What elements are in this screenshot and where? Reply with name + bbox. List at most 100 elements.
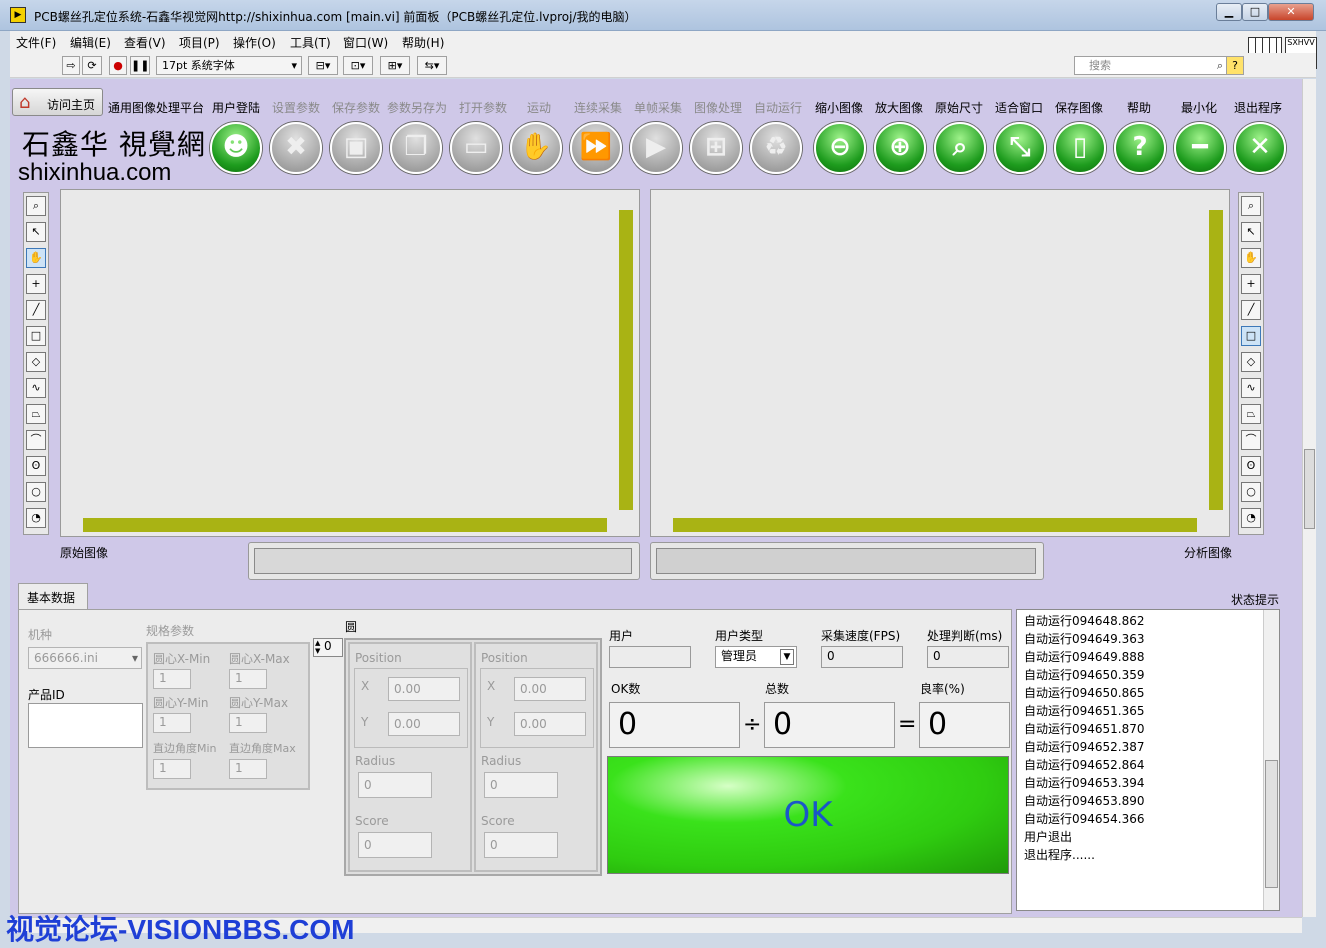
font-select[interactable]: 17pt 系统字体 ▾	[156, 56, 302, 75]
menu-operate[interactable]: 操作(O)	[233, 34, 276, 51]
window-vertical-scrollbar[interactable]	[1302, 79, 1316, 917]
menu-window[interactable]: 窗口(W)	[343, 34, 388, 51]
polyline-tool-icon[interactable]: ∿	[26, 378, 46, 398]
user-label: 用户	[609, 629, 634, 643]
save-image-button[interactable]: ▯	[1054, 122, 1106, 174]
original-size-button[interactable]: ⌕	[934, 122, 986, 174]
menu-project[interactable]: 项目(P)	[179, 34, 220, 51]
ok-count-field: 0	[609, 702, 740, 748]
image-process-button[interactable]: ⊞	[690, 122, 742, 174]
rectangle-tool-icon[interactable]: □	[26, 326, 46, 346]
label-image-process: 图像处理	[694, 101, 743, 115]
cx-max-input[interactable]: 1	[229, 669, 267, 689]
run-arrow-icon[interactable]: ⇨	[62, 56, 80, 75]
search-input[interactable]: 搜索 ⌕	[1074, 56, 1230, 75]
reorder-icon[interactable]: ⇆▾	[417, 56, 447, 75]
point-tool-icon[interactable]: +	[26, 274, 46, 294]
rotated-rect-tool-icon[interactable]: ◇	[1241, 352, 1261, 372]
tab-basic-data[interactable]: 基本数据	[18, 583, 88, 609]
polyline-tool-icon[interactable]: ∿	[1241, 378, 1261, 398]
menu-file[interactable]: 文件(F)	[16, 34, 56, 51]
vertical-scrollbar[interactable]	[619, 210, 633, 510]
distribute-icon[interactable]: ⊡▾	[343, 56, 373, 75]
rectangle-tool-icon[interactable]: □	[1241, 326, 1261, 346]
angle-min-label: 直边角度Min	[153, 742, 217, 755]
line-tool-icon[interactable]: ╱	[1241, 300, 1261, 320]
save-params-as-button[interactable]: ❐	[390, 122, 442, 174]
angle-min-input[interactable]: 1	[153, 759, 191, 779]
cx-min-input[interactable]: 1	[153, 669, 191, 689]
analysis-image-display[interactable]	[650, 189, 1230, 537]
line-tool-icon[interactable]: ╱	[26, 300, 46, 320]
motion-button[interactable]: ✋	[510, 122, 562, 174]
horizontal-scrollbar[interactable]	[83, 518, 607, 532]
set-params-button[interactable]: ✖	[270, 122, 322, 174]
save-params-button[interactable]: ▣	[330, 122, 382, 174]
score-label: Score	[481, 814, 515, 828]
rotated-rect-tool-icon[interactable]: ◇	[26, 352, 46, 372]
point-tool-icon[interactable]: +	[1241, 274, 1261, 294]
chevron-down-icon: ▼	[780, 649, 794, 665]
resize-icon[interactable]: ⊞▾	[380, 56, 410, 75]
original-image-display[interactable]	[60, 189, 640, 537]
zoom-in-button[interactable]: ⊕	[874, 122, 926, 174]
array-index-control[interactable]: ▲ ▼ 0	[313, 638, 343, 657]
fps-label: 采集速度(FPS)	[821, 629, 901, 643]
menu-help[interactable]: 帮助(H)	[402, 34, 444, 51]
position-label: Position	[355, 651, 402, 665]
log-scroll-thumb[interactable]	[1265, 760, 1278, 888]
product-id-input[interactable]	[28, 703, 143, 748]
window-scroll-thumb[interactable]	[1304, 449, 1315, 529]
horizontal-scrollbar[interactable]	[673, 518, 1197, 532]
model-select[interactable]: 666666.ini ▾	[28, 647, 142, 669]
zoom-tool-icon[interactable]: ⌕	[1241, 196, 1261, 216]
angle-max-input[interactable]: 1	[229, 759, 267, 779]
annulus-tool-icon[interactable]: ◔	[1241, 508, 1261, 528]
position-x-field: 0.00	[388, 677, 460, 701]
polygon-tool-icon[interactable]: ⏢	[1241, 404, 1261, 424]
cy-min-input[interactable]: 1	[153, 713, 191, 733]
close-window-button[interactable]: ✕	[1268, 3, 1314, 21]
align-icon[interactable]: ⊟▾	[308, 56, 338, 75]
zoom-out-button[interactable]: ⊖	[814, 122, 866, 174]
user-login-button[interactable]: ☻	[210, 122, 262, 174]
oval-tool-icon[interactable]: ○	[26, 482, 46, 502]
open-params-button[interactable]: ▭	[450, 122, 502, 174]
single-acq-button[interactable]: ▶	[630, 122, 682, 174]
help-icon[interactable]: ?	[1226, 56, 1244, 75]
freehand-tool-icon[interactable]: ʘ	[26, 456, 46, 476]
zoom-tool-icon[interactable]: ⌕	[26, 196, 46, 216]
maximize-window-button[interactable]: □	[1242, 3, 1268, 21]
minimize-window-button[interactable]: ▁	[1216, 3, 1242, 21]
annulus-tool-icon[interactable]: ◔	[26, 508, 46, 528]
label-save-params: 保存参数	[332, 101, 381, 115]
home-button[interactable]: ⌂ 访问主页	[12, 88, 103, 116]
oval-tool-icon[interactable]: ○	[1241, 482, 1261, 502]
pan-tool-icon[interactable]: ✋	[1241, 248, 1261, 268]
fit-window-button[interactable]: ⤡	[994, 122, 1046, 174]
freeline-tool-icon[interactable]: ⌒	[26, 430, 46, 450]
auto-run-button[interactable]: ♻	[750, 122, 802, 174]
polygon-tool-icon[interactable]: ⏢	[26, 404, 46, 424]
menu-tools[interactable]: 工具(T)	[290, 34, 331, 51]
log-scrollbar[interactable]	[1263, 610, 1279, 910]
menu-edit[interactable]: 编辑(E)	[70, 34, 111, 51]
user-type-select[interactable]: 管理员 ▼	[715, 646, 797, 668]
continuous-acq-button[interactable]: ⏩	[570, 122, 622, 174]
freeline-tool-icon[interactable]: ⌒	[1241, 430, 1261, 450]
pan-tool-icon[interactable]: ✋	[26, 248, 46, 268]
pointer-tool-icon[interactable]: ↖	[26, 222, 46, 242]
process-time-label: 处理判断(ms)	[927, 629, 1003, 643]
minimize-button[interactable]: ━	[1174, 122, 1226, 174]
pointer-tool-icon[interactable]: ↖	[1241, 222, 1261, 242]
menu-view[interactable]: 查看(V)	[124, 34, 166, 51]
cy-max-input[interactable]: 1	[229, 713, 267, 733]
abort-icon[interactable]: ●	[109, 56, 127, 75]
run-continuous-icon[interactable]: ⟳	[82, 56, 102, 75]
exit-button[interactable]: ✕	[1234, 122, 1286, 174]
vertical-scrollbar[interactable]	[1209, 210, 1223, 510]
pause-icon[interactable]: ❚❚	[130, 56, 150, 75]
model-label: 机种	[28, 628, 53, 642]
freehand-tool-icon[interactable]: ʘ	[1241, 456, 1261, 476]
help-button[interactable]: ?	[1114, 122, 1166, 174]
